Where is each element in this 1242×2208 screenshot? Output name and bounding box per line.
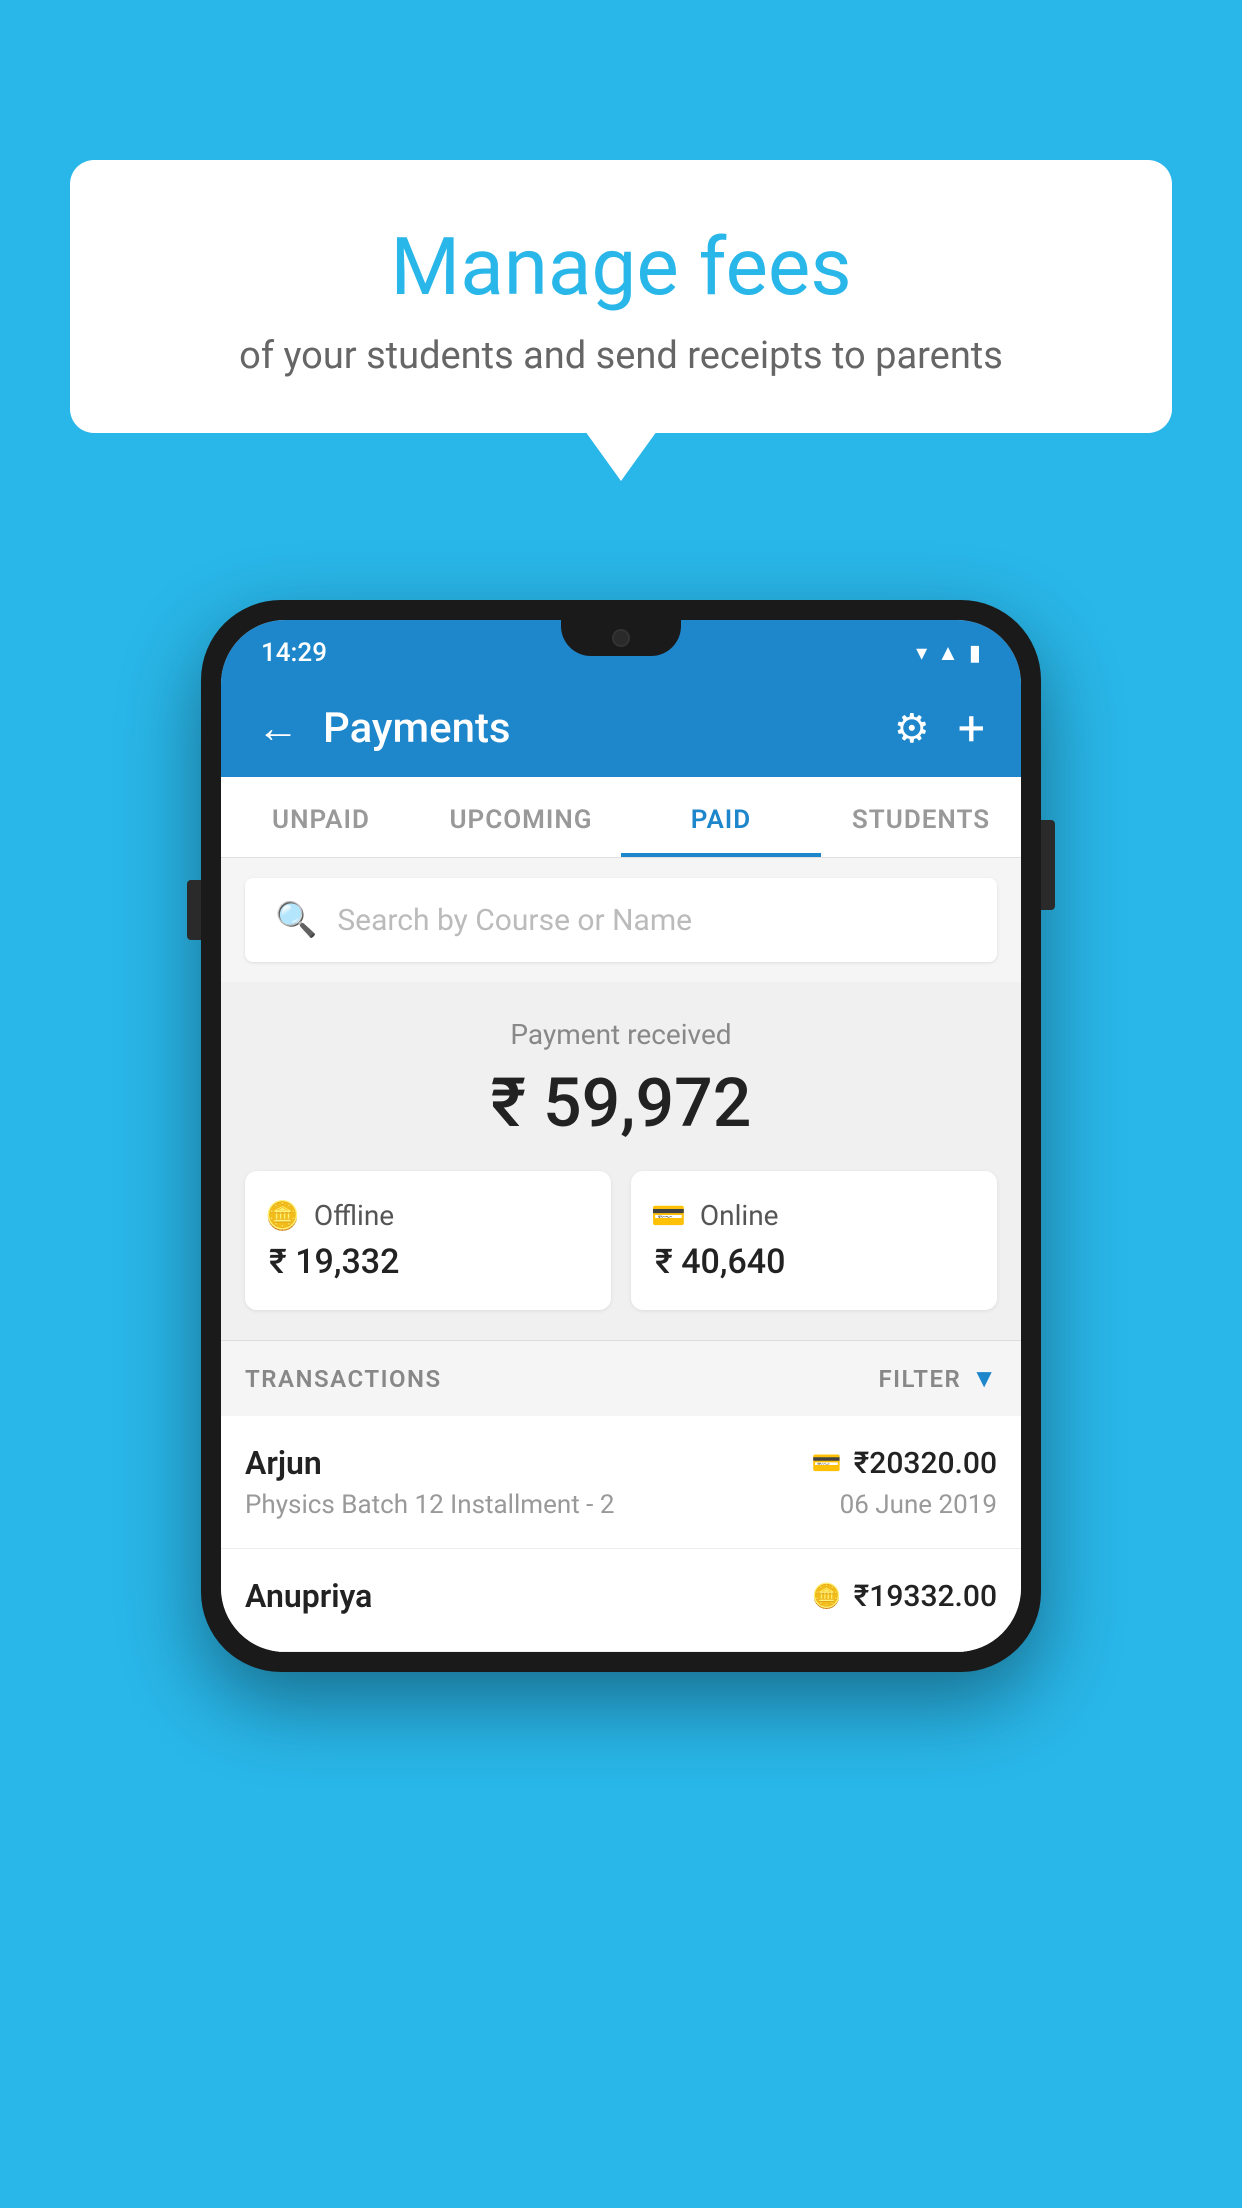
status-bar: 14:29 ▾ ▲ ▮: [221, 620, 1021, 680]
app-bar-right: ⚙ +: [894, 705, 985, 753]
speech-bubble: Manage fees of your students and send re…: [70, 160, 1172, 433]
online-card: 💳 Online ₹ 40,640: [631, 1171, 997, 1310]
status-time: 14:29: [261, 638, 327, 668]
online-label: Online: [700, 1199, 779, 1232]
tab-students[interactable]: STUDENTS: [821, 777, 1021, 857]
status-icons: ▾ ▲ ▮: [916, 640, 981, 666]
offline-amount: ₹ 19,332: [265, 1242, 591, 1282]
transaction-row[interactable]: Arjun 💳 ₹20320.00 Physics Batch 12 Insta…: [221, 1416, 1021, 1549]
offline-card: 🪙 Offline ₹ 19,332: [245, 1171, 611, 1310]
offline-icon: 🪙: [265, 1199, 300, 1232]
total-payment-amount: ₹ 59,972: [245, 1063, 997, 1143]
back-button[interactable]: ←: [257, 708, 299, 750]
app-bar-left: ← Payments: [257, 704, 511, 753]
transaction-row-anupriya[interactable]: Anupriya 🪙 ₹19332.00: [221, 1549, 1021, 1652]
search-placeholder: Search by Course or Name: [337, 903, 692, 938]
notch: [561, 620, 681, 656]
transaction-course-arjun: Physics Batch 12 Installment - 2: [245, 1490, 614, 1520]
signal-icon: ▲: [937, 640, 959, 666]
wifi-icon: ▾: [916, 641, 927, 666]
offline-card-header: 🪙 Offline: [265, 1199, 591, 1232]
bubble-subtitle: of your students and send receipts to pa…: [120, 334, 1122, 378]
phone-screen: 14:29 ▾ ▲ ▮ ← Payments ⚙ +: [221, 620, 1021, 1652]
transaction-name-anupriya: Anupriya: [245, 1577, 372, 1615]
offline-label: Offline: [314, 1199, 394, 1232]
transaction-top-anupriya: Anupriya 🪙 ₹19332.00: [245, 1577, 997, 1615]
card-payment-icon: 💳: [812, 1449, 842, 1477]
filter-label: FILTER: [878, 1365, 961, 1393]
camera: [612, 629, 630, 647]
app-bar: ← Payments ⚙ +: [221, 680, 1021, 777]
phone-outer: 14:29 ▾ ▲ ▮ ← Payments ⚙ +: [201, 600, 1041, 1672]
tab-paid[interactable]: PAID: [621, 777, 821, 857]
phone-mockup: 14:29 ▾ ▲ ▮ ← Payments ⚙ +: [201, 600, 1041, 1672]
transactions-label: TRANSACTIONS: [245, 1365, 442, 1393]
transaction-name-arjun: Arjun: [245, 1444, 322, 1482]
transactions-header: TRANSACTIONS FILTER ▼: [221, 1340, 1021, 1416]
offline-payment-icon: 🪙: [812, 1582, 842, 1610]
filter-button[interactable]: FILTER ▼: [878, 1363, 997, 1394]
transaction-amount-area-arjun: 💳 ₹20320.00: [812, 1446, 997, 1481]
tabs-container: UNPAID UPCOMING PAID STUDENTS: [221, 777, 1021, 858]
filter-icon: ▼: [971, 1363, 997, 1394]
tab-upcoming[interactable]: UPCOMING: [421, 777, 621, 857]
battery-icon: ▮: [969, 641, 981, 666]
online-card-header: 💳 Online: [651, 1199, 977, 1232]
online-icon: 💳: [651, 1199, 686, 1232]
tab-unpaid[interactable]: UNPAID: [221, 777, 421, 857]
add-button[interactable]: +: [958, 705, 985, 753]
search-icon: 🔍: [275, 900, 317, 940]
settings-icon[interactable]: ⚙: [894, 705, 930, 752]
payment-summary: Payment received ₹ 59,972 🪙 Offline ₹ 19…: [221, 982, 1021, 1340]
search-container: 🔍 Search by Course or Name: [221, 858, 1021, 982]
transaction-date-arjun: 06 June 2019: [840, 1490, 997, 1520]
app-bar-title: Payments: [323, 704, 511, 753]
bubble-title: Manage fees: [120, 220, 1122, 314]
transaction-amount-arjun: ₹20320.00: [854, 1446, 997, 1481]
transaction-amount-anupriya: ₹19332.00: [854, 1579, 997, 1614]
transaction-top-arjun: Arjun 💳 ₹20320.00: [245, 1444, 997, 1482]
payment-cards: 🪙 Offline ₹ 19,332 💳 Online ₹ 40,640: [245, 1171, 997, 1310]
transaction-amount-area-anupriya: 🪙 ₹19332.00: [812, 1579, 997, 1614]
search-bar[interactable]: 🔍 Search by Course or Name: [245, 878, 997, 962]
online-amount: ₹ 40,640: [651, 1242, 977, 1282]
payment-received-label: Payment received: [245, 1018, 997, 1051]
transaction-bottom-arjun: Physics Batch 12 Installment - 2 06 June…: [245, 1490, 997, 1520]
